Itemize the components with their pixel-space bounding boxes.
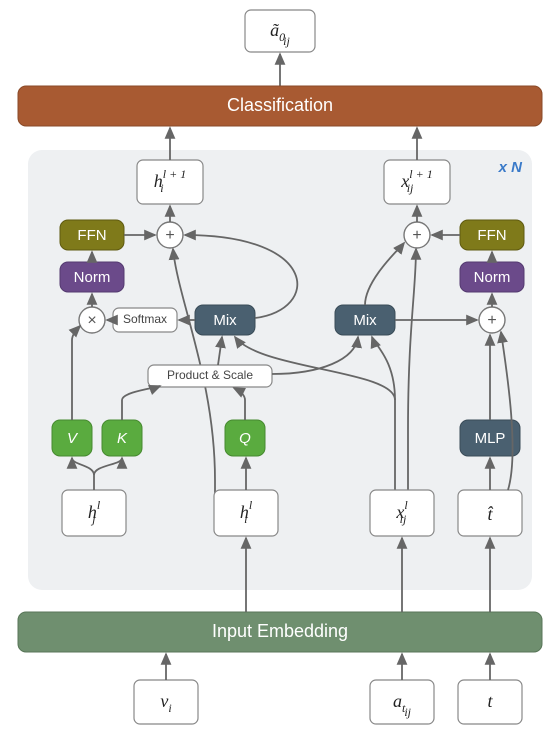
prodscale-label: Product & Scale [167,368,253,382]
mix-right-label: Mix [353,312,377,329]
input-embedding-label: Input Embedding [212,621,348,641]
k-label: K [117,430,128,447]
svg-text:+: + [487,312,496,329]
multiplier-label: x N [498,159,524,176]
mix-left-label: Mix [213,312,237,329]
classification-label: Classification [227,95,333,115]
svg-text:+: + [412,227,421,244]
svg-text:+: + [165,227,174,244]
svg-text:×: × [87,312,96,329]
mlp-label: MLP [475,430,506,447]
ffn-left-label: FFN [77,227,106,244]
norm-left-label: Norm [74,269,111,286]
norm-right-label: Norm [474,269,511,286]
softmax-label: Softmax [123,312,167,326]
q-label: Q [239,430,251,447]
ffn-right-label: FFN [477,227,506,244]
